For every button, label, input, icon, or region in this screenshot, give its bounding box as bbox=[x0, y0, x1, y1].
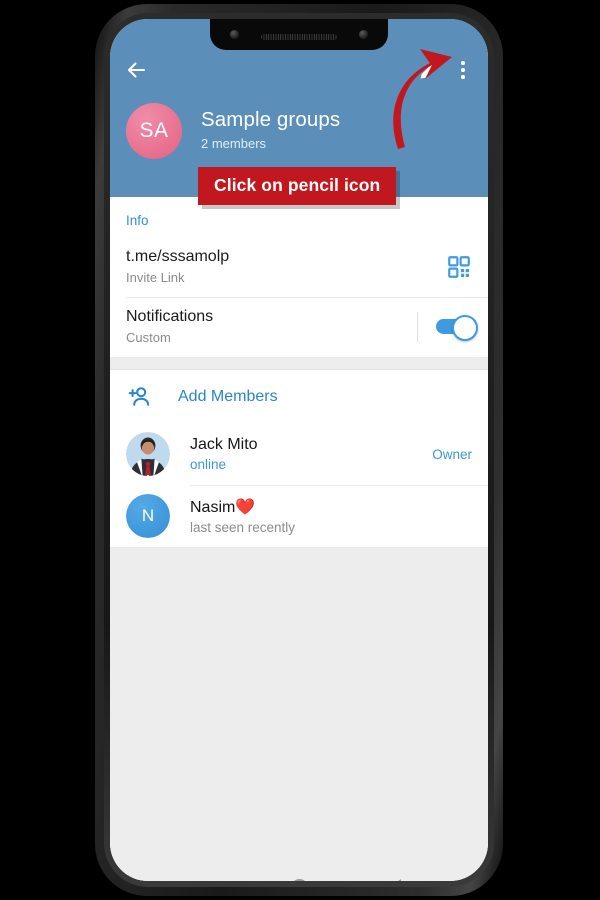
invite-link-text-block: t.me/sssamolp Invite Link bbox=[126, 248, 446, 285]
home-circle-icon[interactable] bbox=[290, 878, 308, 881]
page-title: Sample groups bbox=[201, 108, 341, 131]
info-card: Info t.me/sssamolp Invite Link Notificat… bbox=[110, 197, 488, 357]
invite-link-row[interactable]: t.me/sssamolp Invite Link bbox=[110, 238, 488, 297]
invite-link-label: Invite Link bbox=[126, 270, 185, 285]
member-text-block: Jack Mito online bbox=[190, 436, 432, 472]
phone-notch bbox=[210, 19, 388, 50]
menu-dot bbox=[461, 75, 465, 79]
menu-dots-icon[interactable] bbox=[452, 57, 474, 83]
notifications-row[interactable]: Notifications Custom bbox=[110, 298, 488, 357]
group-avatar[interactable]: SA bbox=[126, 103, 182, 159]
speaker-grille bbox=[261, 34, 337, 40]
list-item[interactable]: N Nasim❤️ last seen recently bbox=[110, 486, 488, 547]
android-nav-bar bbox=[110, 865, 488, 881]
group-info-content: Info t.me/sssamolp Invite Link Notificat… bbox=[110, 197, 488, 881]
member-name: Nasim❤️ bbox=[190, 499, 256, 516]
qr-code-icon[interactable] bbox=[446, 254, 472, 280]
recents-square-icon[interactable] bbox=[196, 880, 210, 881]
member-text-block: Nasim❤️ last seen recently bbox=[190, 497, 472, 535]
group-text-block: Sample groups 2 members bbox=[201, 103, 340, 151]
invite-link-value: t.me/sssamolp bbox=[126, 248, 230, 265]
sensor-icon bbox=[359, 30, 368, 39]
avatar-initials: N bbox=[126, 494, 170, 538]
empty-content-area bbox=[110, 547, 488, 865]
add-members-label: Add Members bbox=[178, 388, 278, 405]
group-avatar-initials: SA bbox=[139, 119, 169, 142]
notification-toggle[interactable] bbox=[436, 315, 478, 341]
list-item[interactable]: Jack Mito online Owner bbox=[110, 424, 488, 485]
phone-frame: SA Sample groups 2 members Click on penc… bbox=[95, 4, 503, 896]
add-members-row[interactable]: Add Members bbox=[110, 370, 488, 424]
member-role-badge: Owner bbox=[432, 446, 472, 462]
pencil-icon[interactable] bbox=[416, 57, 442, 83]
toggle-separator bbox=[417, 311, 418, 342]
group-identity: SA Sample groups 2 members bbox=[126, 103, 340, 159]
notifications-value: Custom bbox=[126, 330, 171, 345]
member-name: Jack Mito bbox=[190, 436, 258, 453]
notification-toggle-wrap bbox=[417, 311, 478, 342]
avatar: N bbox=[126, 494, 170, 538]
menu-dot bbox=[461, 61, 465, 65]
add-member-icon bbox=[126, 384, 152, 410]
info-section-label: Info bbox=[126, 213, 149, 228]
member-status: online bbox=[190, 457, 227, 472]
nav-back-triangle-icon[interactable] bbox=[389, 879, 402, 881]
members-card: Add Members Jack Mito online Owner N Nas… bbox=[110, 370, 488, 547]
member-status: last seen recently bbox=[190, 520, 296, 535]
notifications-text-block: Notifications Custom bbox=[126, 308, 417, 345]
notifications-label: Notifications bbox=[126, 308, 214, 325]
front-camera-icon bbox=[230, 30, 239, 39]
menu-dot bbox=[461, 68, 465, 72]
header-action-bar bbox=[110, 53, 488, 87]
callout-banner: Click on pencil icon bbox=[198, 167, 397, 205]
back-arrow-icon[interactable] bbox=[124, 58, 148, 82]
avatar bbox=[126, 432, 170, 476]
phone-screen: SA Sample groups 2 members Click on penc… bbox=[110, 19, 488, 881]
section-gap bbox=[110, 357, 488, 370]
member-count: 2 members bbox=[201, 136, 267, 151]
